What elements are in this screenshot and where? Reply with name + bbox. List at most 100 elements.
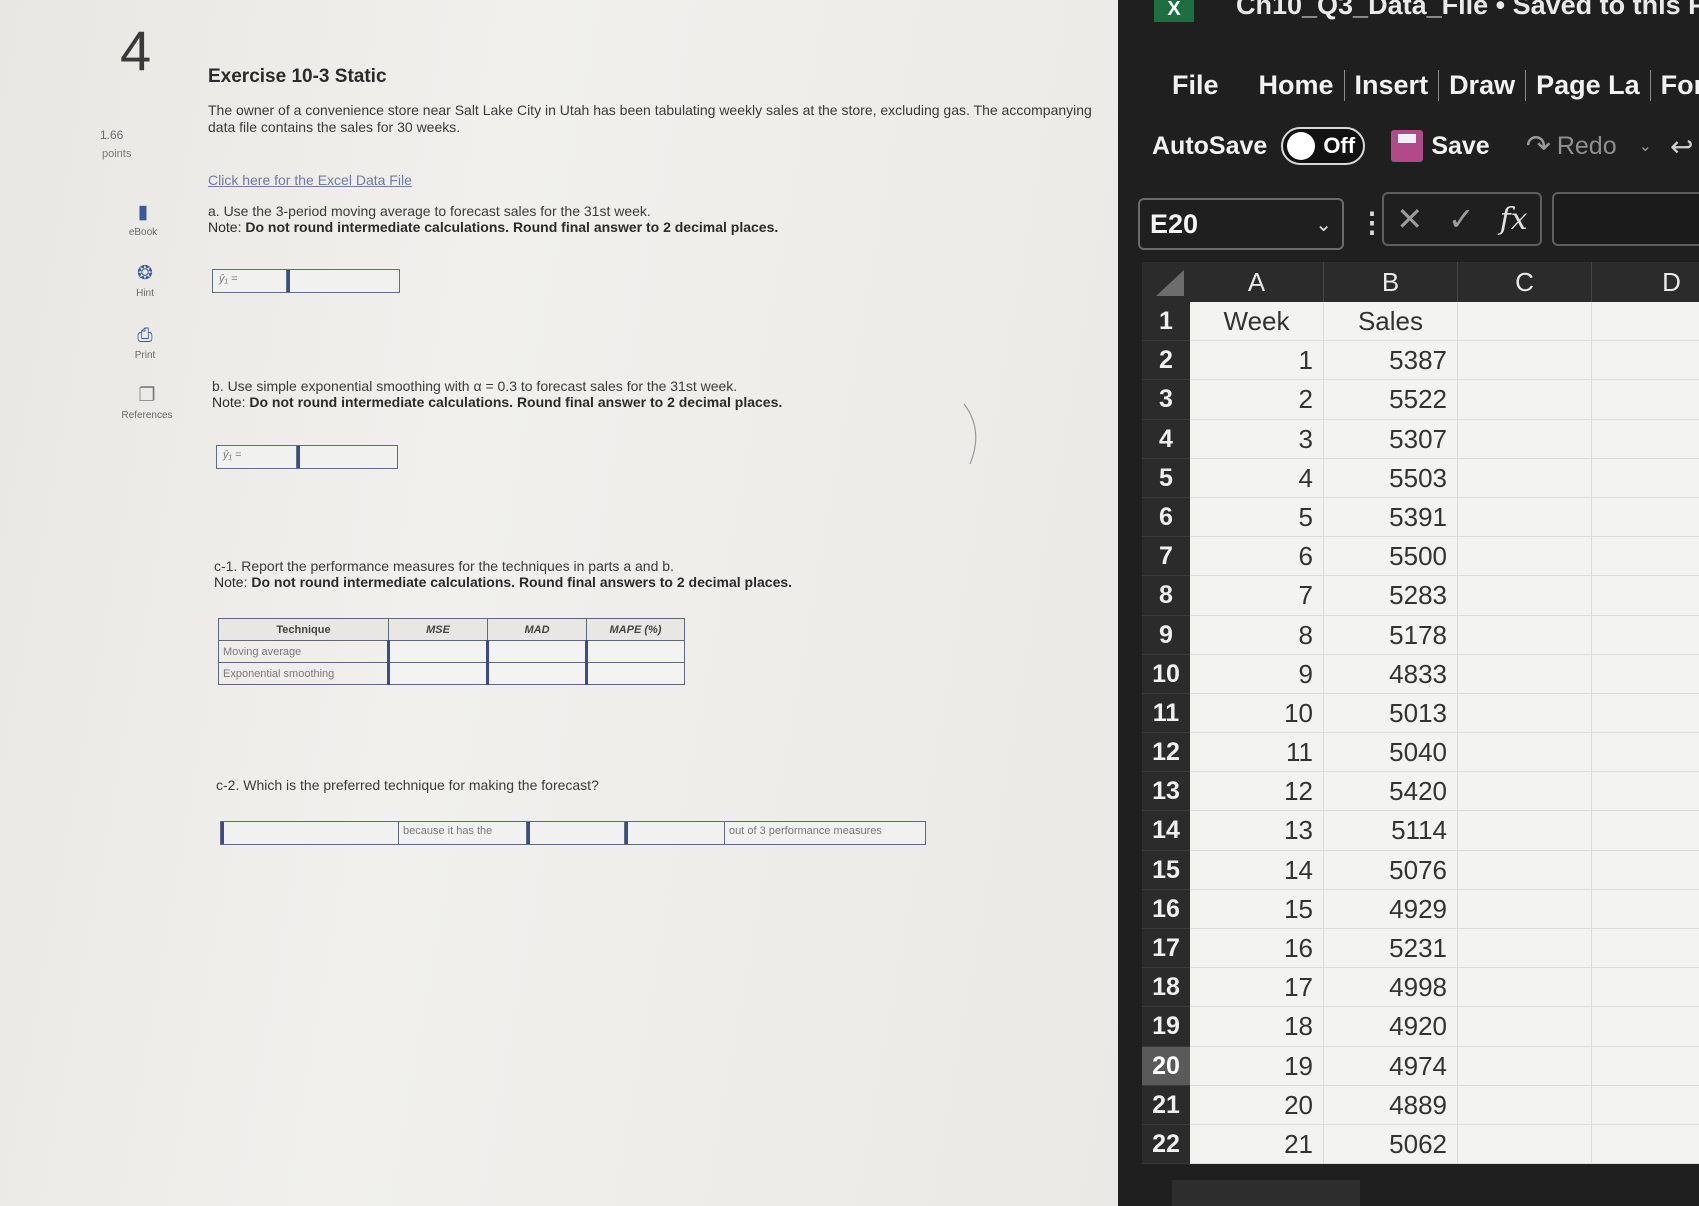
cell-c[interactable] <box>1458 733 1592 773</box>
cell-a[interactable]: 1 <box>1190 341 1324 381</box>
cell-c[interactable] <box>1458 654 1592 694</box>
row-header[interactable]: 9 <box>1142 615 1190 655</box>
undo-icon[interactable]: ↩ <box>1670 130 1693 163</box>
tab-insert[interactable]: Insert <box>1345 70 1440 101</box>
row-header[interactable]: 19 <box>1142 1007 1190 1047</box>
cell-b[interactable]: 4974 <box>1324 1046 1458 1086</box>
cell-b[interactable]: 5387 <box>1324 341 1458 381</box>
cell-c[interactable] <box>1458 419 1592 459</box>
cell-b[interactable]: 4998 <box>1324 968 1458 1008</box>
cell-c[interactable] <box>1458 968 1592 1008</box>
cell-d[interactable] <box>1592 772 1699 812</box>
cell-d[interactable] <box>1592 341 1699 381</box>
es-mad-input[interactable] <box>486 662 587 685</box>
cell-b[interactable]: 5307 <box>1324 419 1458 459</box>
cell-a[interactable]: 12 <box>1190 772 1324 812</box>
part-b-answer-input[interactable] <box>297 446 397 468</box>
cell-a[interactable]: 5 <box>1190 497 1324 538</box>
row-header[interactable]: 1 <box>1142 302 1190 342</box>
row-header[interactable]: 21 <box>1142 1085 1190 1125</box>
save-icon[interactable] <box>1391 130 1424 162</box>
cell-b[interactable]: 5231 <box>1324 929 1458 969</box>
cell-d[interactable] <box>1592 929 1699 969</box>
name-box[interactable]: E20 ⌄ <box>1138 198 1344 250</box>
cell-d[interactable] <box>1592 615 1699 655</box>
cell-c[interactable] <box>1458 302 1592 342</box>
cell-d[interactable] <box>1592 654 1699 694</box>
cell-c[interactable] <box>1458 576 1592 616</box>
cancel-icon[interactable]: ✕ <box>1396 200 1423 238</box>
cell-c[interactable] <box>1458 811 1592 851</box>
cell-d[interactable] <box>1592 497 1699 538</box>
cell-a[interactable]: 16 <box>1190 929 1324 969</box>
es-mse-input[interactable] <box>387 662 488 685</box>
cell-d[interactable] <box>1592 380 1699 420</box>
cell-a[interactable]: 9 <box>1190 654 1324 694</box>
row-header[interactable]: 14 <box>1142 811 1190 851</box>
tab-page-layout[interactable]: Page La <box>1526 70 1651 101</box>
cell-b[interactable]: 4929 <box>1324 889 1458 929</box>
cell-a[interactable]: 6 <box>1190 537 1324 577</box>
ma-mad-input[interactable] <box>486 640 587 663</box>
cell-b[interactable]: 5283 <box>1324 576 1458 616</box>
check-icon[interactable]: ✓ <box>1448 200 1475 238</box>
row-header[interactable]: 20 <box>1142 1046 1190 1086</box>
excel-data-link[interactable]: Click here for the Excel Data File <box>208 172 412 188</box>
cell-a[interactable]: 13 <box>1190 811 1324 851</box>
cell-d[interactable] <box>1592 576 1699 616</box>
cell-d[interactable] <box>1592 693 1699 734</box>
cell-c[interactable] <box>1458 458 1592 498</box>
row-header[interactable]: 15 <box>1142 850 1190 890</box>
cell-d[interactable] <box>1592 811 1699 851</box>
chevron-down-icon[interactable]: ⌄ <box>1639 136 1652 156</box>
cell-d[interactable] <box>1592 850 1699 890</box>
cell-a[interactable]: 4 <box>1190 458 1324 498</box>
tab-home[interactable]: Home <box>1249 70 1345 101</box>
cell-a[interactable]: 18 <box>1190 1007 1324 1047</box>
cell-a[interactable]: 17 <box>1190 968 1324 1008</box>
cell-a[interactable]: 19 <box>1190 1046 1324 1086</box>
cell-b[interactable]: 5503 <box>1324 458 1458 498</box>
cell-d[interactable] <box>1592 1046 1699 1086</box>
row-header[interactable]: 2 <box>1142 341 1190 381</box>
count-dropdown[interactable] <box>625 822 725 844</box>
cell-c[interactable] <box>1458 693 1592 734</box>
cell-b[interactable]: 5114 <box>1324 811 1458 851</box>
cell-b[interactable]: 5076 <box>1324 850 1458 890</box>
hint-button[interactable]: ❂ Hint <box>110 264 180 300</box>
row-header[interactable]: 18 <box>1142 968 1190 1008</box>
cell-b[interactable]: 5420 <box>1324 772 1458 812</box>
cell-a[interactable]: Week <box>1190 302 1324 342</box>
print-button[interactable]: ⎙ Print <box>110 326 180 362</box>
column-header-b[interactable]: B <box>1324 262 1458 302</box>
column-header-a[interactable]: A <box>1190 262 1324 302</box>
cell-b[interactable]: 5178 <box>1324 615 1458 655</box>
formula-bar-input[interactable] <box>1552 192 1699 246</box>
row-header[interactable]: 7 <box>1142 537 1190 577</box>
cell-a[interactable]: 20 <box>1190 1085 1324 1125</box>
cell-d[interactable] <box>1592 458 1699 498</box>
cell-b[interactable]: 5500 <box>1324 537 1458 577</box>
cell-c[interactable] <box>1458 380 1592 420</box>
cell-c[interactable] <box>1458 341 1592 381</box>
cell-c[interactable] <box>1458 929 1592 969</box>
cell-b[interactable]: 4920 <box>1324 1007 1458 1047</box>
row-header[interactable]: 16 <box>1142 889 1190 929</box>
cell-b[interactable]: Sales <box>1324 302 1458 342</box>
cell-c[interactable] <box>1458 497 1592 538</box>
cell-c[interactable] <box>1458 772 1592 812</box>
ma-mape-input[interactable] <box>585 640 685 663</box>
comparison-dropdown[interactable] <box>527 822 625 844</box>
autosave-toggle[interactable]: Off <box>1281 127 1366 165</box>
select-all-corner[interactable] <box>1142 262 1190 302</box>
cell-d[interactable] <box>1592 1124 1699 1165</box>
redo-icon[interactable]: ↷ <box>1526 129 1551 164</box>
cell-c[interactable] <box>1458 537 1592 577</box>
cell-b[interactable]: 5391 <box>1324 497 1458 538</box>
cell-a[interactable]: 7 <box>1190 576 1324 616</box>
cell-b[interactable]: 4889 <box>1324 1085 1458 1125</box>
tab-formulas[interactable]: Form <box>1651 70 1699 101</box>
cell-a[interactable]: 10 <box>1190 693 1324 734</box>
cell-d[interactable] <box>1592 889 1699 929</box>
redo-button[interactable]: Redo <box>1557 132 1617 161</box>
